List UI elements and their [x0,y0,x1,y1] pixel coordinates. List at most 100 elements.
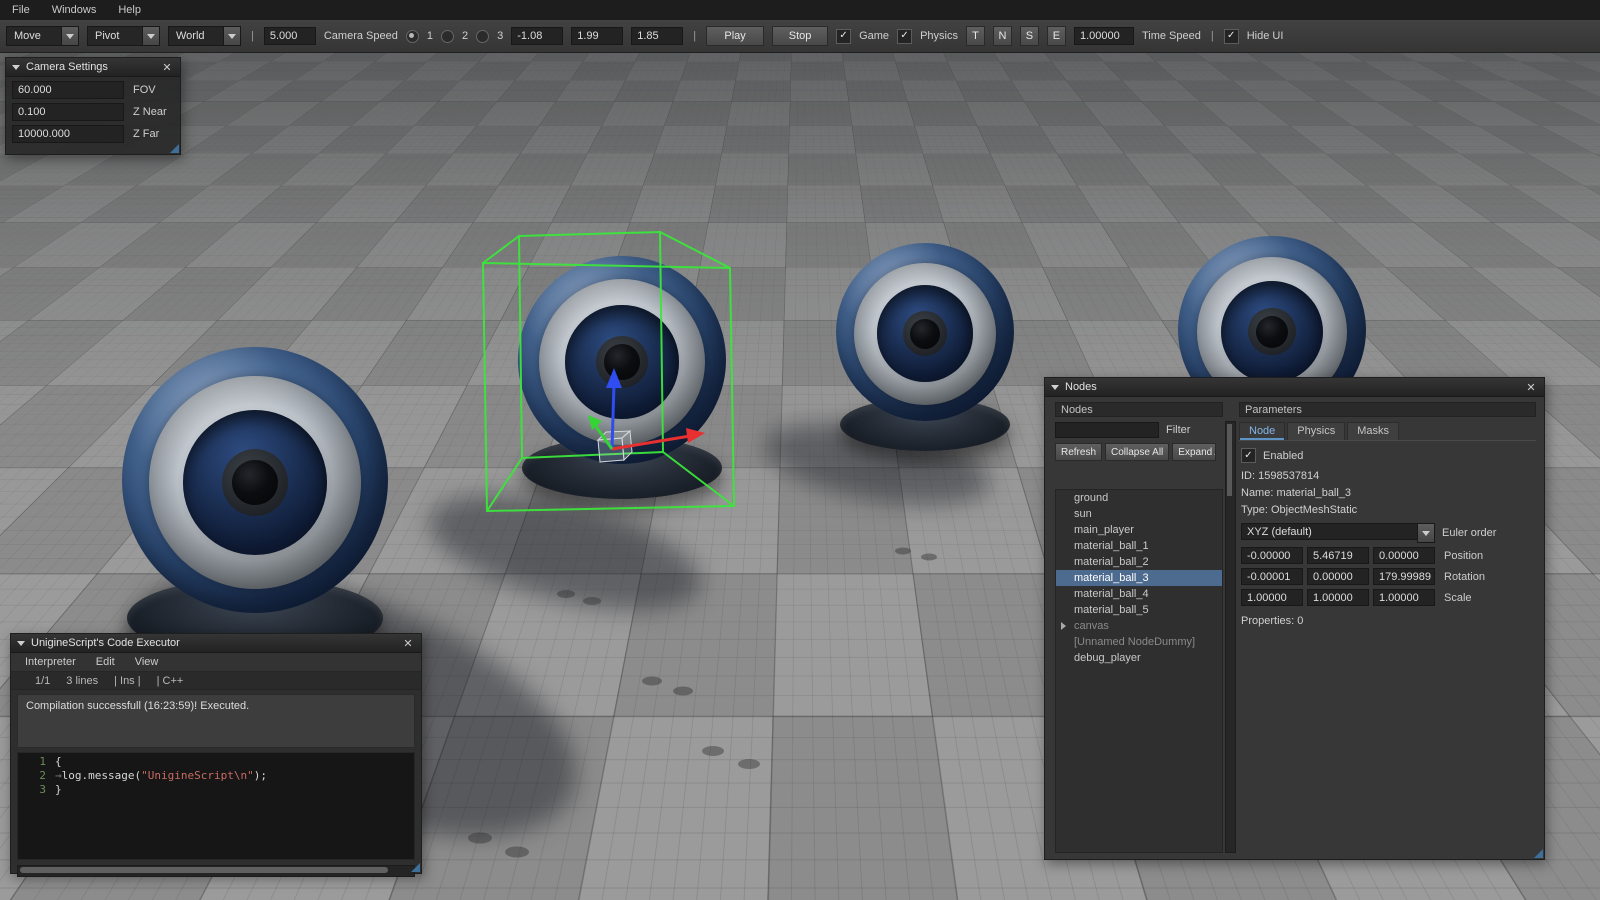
zfar-input[interactable]: 10000.000 [12,125,124,143]
nodes-column-title: Nodes [1061,404,1093,416]
node-item-ground[interactable]: ground [1056,490,1222,506]
toggle-s-button[interactable]: S [1020,26,1039,46]
pivot-dropdown[interactable]: Pivot [87,26,160,46]
position-y-input[interactable]: 5.46719 [1307,547,1369,564]
material-ball-4[interactable] [836,243,1014,421]
menu-interpreter[interactable]: Interpreter [25,656,76,668]
code-line: 2 →log.message("UnigineScript\n"); [18,769,414,783]
horizontal-scrollbar[interactable] [17,865,415,877]
line-number: 3 [18,783,55,797]
position-x-input[interactable]: -0.00000 [1241,547,1303,564]
time-speed-input[interactable]: 1.00000 [1074,27,1134,45]
space-dropdown-button[interactable] [223,26,241,46]
toggle-t-button[interactable]: T [966,26,985,46]
enabled-checkbox[interactable]: ✓ [1241,448,1256,463]
collapse-icon[interactable] [12,65,20,70]
collapse-all-button[interactable]: Collapse All [1105,443,1169,461]
speed-preset-radio-2[interactable] [441,30,454,43]
ball-lens-inner [877,285,974,382]
node-item-material-ball-4[interactable]: material_ball_4 [1056,586,1222,602]
hide-ui-checkbox[interactable]: ✓ [1224,29,1239,44]
indent-arrow: → [55,769,62,782]
node-type: Type: ObjectMeshStatic [1241,503,1536,517]
expand-right-icon[interactable] [1061,622,1066,630]
camera-speed-input[interactable]: 5.000 [264,27,316,45]
znear-row: 0.100 Z Near [6,99,180,121]
game-checkbox[interactable]: ✓ [836,29,851,44]
toggle-e-button[interactable]: E [1047,26,1066,46]
close-icon[interactable]: ✕ [401,636,415,650]
node-item-main-player[interactable]: main_player [1056,522,1222,538]
expand-all-button[interactable]: Expand All [1172,443,1216,461]
node-item-material-ball-3-selected[interactable]: material_ball_3 [1056,570,1222,586]
scale-y-input[interactable]: 1.00000 [1307,589,1369,606]
node-item-unnamed-nodedummy[interactable]: [Unnamed NodeDummy] [1056,634,1222,650]
code-text: log.message( [62,769,141,782]
collapse-icon[interactable] [1051,385,1059,390]
code-executor-titlebar[interactable]: UnigineScript's Code Executor ✕ [11,634,421,653]
node-tree-scrollbar[interactable] [1225,421,1236,853]
node-item-canvas[interactable]: canvas [1056,618,1222,634]
material-ball-1[interactable] [122,347,388,613]
menu-view[interactable]: View [135,656,159,668]
rotation-x-input[interactable]: -0.00001 [1241,568,1303,585]
collapse-icon[interactable] [17,641,25,646]
position-z-input[interactable]: 0.00000 [1373,547,1435,564]
camera-z-input[interactable]: 1.85 [631,27,683,45]
space-dropdown[interactable]: World [168,26,241,46]
euler-order-value: XYZ (default) [1241,523,1417,540]
menu-edit[interactable]: Edit [96,656,115,668]
filter-input[interactable] [1055,422,1159,438]
code-editor[interactable]: 1 { 2 →log.message("UnigineScript\n"); 3… [17,752,415,860]
node-item-debug-player[interactable]: debug_player [1056,650,1222,666]
chevron-down-icon [1422,531,1430,536]
rotation-z-input[interactable]: 179.99989 [1373,568,1435,585]
menu-help[interactable]: Help [118,4,141,16]
toggle-n-button[interactable]: N [993,26,1012,46]
camera-x-input[interactable]: -1.08 [511,27,563,45]
play-button[interactable]: Play [706,26,764,46]
node-item-label: material_ball_4 [1074,588,1149,600]
transform-mode-dropdown-button[interactable] [61,26,79,46]
close-icon[interactable]: ✕ [1524,380,1538,394]
fov-input[interactable]: 60.000 [12,81,124,99]
tab-node[interactable]: Node [1239,422,1285,440]
language-mode: | C++ [157,675,184,687]
node-item-material-ball-5[interactable]: material_ball_5 [1056,602,1222,618]
node-item-sun[interactable]: sun [1056,506,1222,522]
physics-checkbox[interactable]: ✓ [897,29,912,44]
close-icon[interactable]: ✕ [160,60,174,74]
resize-grip[interactable] [411,863,420,872]
nodes-panel-titlebar[interactable]: Nodes ✕ [1045,378,1544,397]
euler-order-dropdown-button[interactable] [1417,523,1435,543]
camera-y-input[interactable]: 1.99 [571,27,623,45]
resize-grip[interactable] [1534,849,1543,858]
scrollbar-thumb[interactable] [1227,424,1232,496]
node-item-label: canvas [1074,620,1109,632]
stop-button[interactable]: Stop [772,26,828,46]
material-ball-3-selected[interactable] [518,256,726,464]
refresh-button[interactable]: Refresh [1055,443,1102,461]
resize-grip[interactable] [170,144,179,153]
transform-mode-dropdown[interactable]: Move [6,26,79,46]
scrollbar-thumb[interactable] [20,867,388,873]
menu-windows[interactable]: Windows [52,4,97,16]
scale-x-input[interactable]: 1.00000 [1241,589,1303,606]
scale-z-input[interactable]: 1.00000 [1373,589,1435,606]
menu-file[interactable]: File [12,4,30,16]
znear-input[interactable]: 0.100 [12,103,124,121]
camera-settings-panel: Camera Settings ✕ 60.000 FOV 0.100 Z Nea… [5,57,181,155]
tab-masks[interactable]: Masks [1347,422,1399,440]
ball-lens-inner [1221,281,1323,383]
camera-settings-titlebar[interactable]: Camera Settings ✕ [6,58,180,77]
node-item-material-ball-2[interactable]: material_ball_2 [1056,554,1222,570]
speed-preset-radio-1[interactable] [406,30,419,43]
speed-preset-radio-3[interactable] [476,30,489,43]
euler-order-dropdown[interactable]: XYZ (default) [1241,523,1435,543]
nodes-column: Nodes Filter Refresh Collapse All Expand… [1055,402,1223,853]
tab-physics[interactable]: Physics [1287,422,1345,440]
pivot-dropdown-button[interactable] [142,26,160,46]
pivot-value: Pivot [87,26,142,46]
rotation-y-input[interactable]: 0.00000 [1307,568,1369,585]
node-item-material-ball-1[interactable]: material_ball_1 [1056,538,1222,554]
